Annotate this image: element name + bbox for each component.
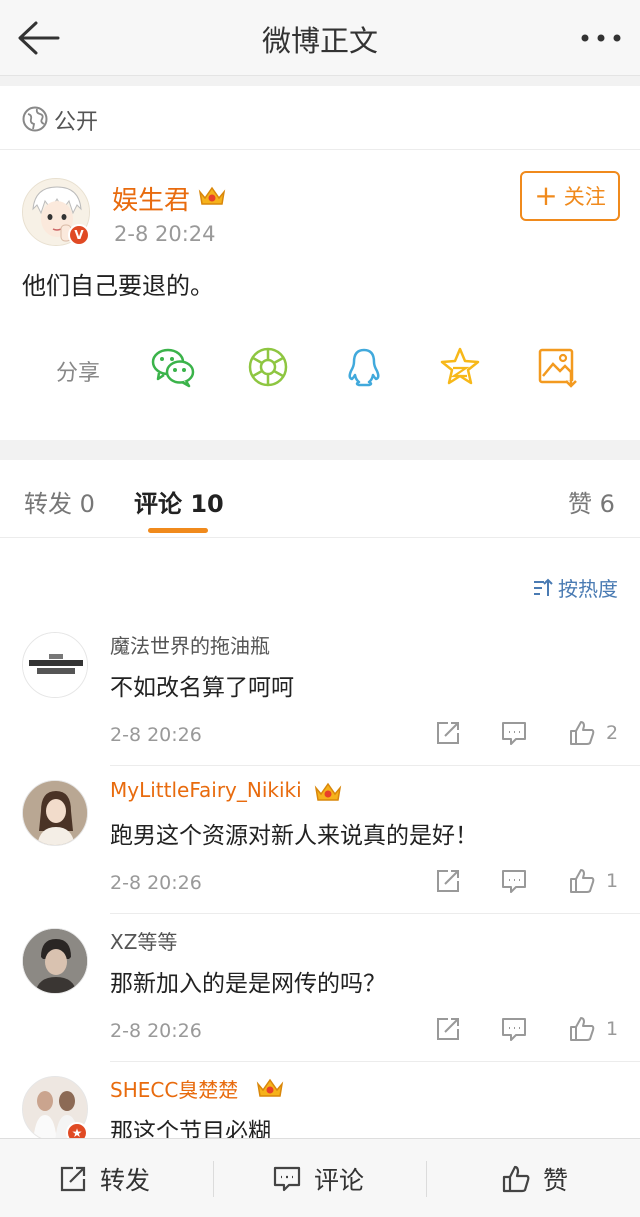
comment-item: MyLittleFairy_Nikiki 跑男这个资源对新人来说真的是好！ 2-…	[0, 766, 640, 914]
follow-button[interactable]: + 关注	[520, 171, 620, 221]
vip-crown-icon	[314, 782, 342, 801]
separator	[426, 1161, 427, 1197]
vip-crown-icon	[198, 186, 226, 205]
post-tabs: 转发 0 评论 10 赞 6	[0, 460, 640, 538]
commenter-name[interactable]: MyLittleFairy_Nikiki	[110, 778, 302, 802]
globe-icon	[22, 106, 48, 132]
comment-item: ★ SHECC臭楚楚 那这个节目必糊	[0, 1062, 640, 1138]
verified-badge: ★	[66, 1122, 88, 1138]
comment-time: 2-8 20:26	[110, 1020, 202, 1042]
commenter-name[interactable]: XZ等等	[110, 926, 177, 955]
like-label: 赞	[543, 1165, 569, 1195]
sort-icon	[534, 578, 553, 596]
repost-icon[interactable]	[434, 867, 462, 895]
thumbs-up-icon[interactable]	[568, 1015, 596, 1043]
like-count: 1	[606, 1018, 619, 1040]
commenter-avatar[interactable]	[22, 632, 88, 698]
tab-comments[interactable]: 评论 10	[134, 484, 224, 519]
tab-likes[interactable]: 赞 6	[568, 484, 615, 519]
wechat-icon[interactable]	[150, 346, 196, 388]
vip-crown-icon	[256, 1078, 284, 1097]
plus-icon: +	[534, 179, 558, 212]
comment-text: 跑男这个资源对新人来说真的是好！	[110, 823, 478, 849]
active-tab-indicator	[148, 528, 208, 533]
repost-icon[interactable]	[434, 1015, 462, 1043]
post-card: V 娱生君 2-8 20:24 + 关注 他们自己要退的。 分享	[0, 150, 640, 440]
repost-label: 转发	[100, 1165, 151, 1195]
follow-label: 关注	[563, 185, 606, 209]
verified-badge: V	[68, 224, 90, 246]
qzone-star-icon[interactable]	[437, 346, 483, 388]
thumbs-up-icon[interactable]	[568, 867, 596, 895]
bottom-action-bar: 转发 评论 赞	[0, 1138, 640, 1217]
photo-avatar-icon	[23, 929, 87, 993]
visibility-row: 公开	[0, 86, 640, 150]
comment-time: 2-8 20:26	[110, 724, 202, 746]
visibility-label: 公开	[54, 110, 99, 135]
tab-repost[interactable]: 转发 0	[24, 484, 95, 519]
comment-item: 魔法世界的拖油瓶 不如改名算了呵呵 2-8 20:26 2	[0, 618, 640, 766]
commenter-avatar[interactable]	[22, 928, 88, 994]
share-label: 分享	[56, 361, 101, 386]
repost-icon	[60, 1166, 86, 1191]
comment-icon	[273, 1166, 301, 1191]
like-count: 1	[606, 870, 619, 892]
qq-icon[interactable]	[341, 346, 387, 388]
like-count: 2	[606, 722, 619, 744]
comment-text: 那新加入的是是网传的吗？	[110, 971, 386, 997]
commenter-name[interactable]: 魔法世界的拖油瓶	[110, 630, 270, 659]
comment-time: 2-8 20:26	[110, 872, 202, 894]
thumbs-up-icon	[502, 1165, 530, 1192]
more-options-icon[interactable]	[578, 18, 624, 58]
commenter-name[interactable]: SHECC臭楚楚	[110, 1074, 238, 1103]
logo-avatar-icon	[23, 633, 87, 697]
commenter-avatar[interactable]	[22, 780, 88, 846]
top-nav-bar: 微博正文	[0, 0, 640, 76]
sort-toggle[interactable]: 按热度	[532, 573, 618, 602]
reply-icon[interactable]	[500, 719, 528, 747]
page-title: 微博正文	[261, 24, 378, 58]
moments-icon[interactable]	[245, 346, 291, 388]
separator	[213, 1161, 214, 1197]
post-time: 2-8 20:24	[114, 222, 216, 246]
save-image-icon[interactable]	[535, 346, 581, 388]
repost-icon[interactable]	[434, 719, 462, 747]
like-button[interactable]: 赞	[501, 1139, 568, 1217]
comment-label: 评论	[314, 1165, 365, 1195]
comment-text: 不如改名算了呵呵	[110, 675, 294, 701]
thumbs-up-icon[interactable]	[568, 719, 596, 747]
post-text: 他们自己要退的。	[22, 272, 214, 300]
comment-text: 那这个节目必糊	[110, 1119, 271, 1138]
reply-icon[interactable]	[500, 867, 528, 895]
sort-label: 按热度	[558, 577, 618, 601]
photo-avatar-icon	[23, 781, 87, 845]
reply-icon[interactable]	[500, 1015, 528, 1043]
author-name[interactable]: 娱生君	[112, 180, 190, 217]
comment-button[interactable]: 评论	[272, 1139, 364, 1217]
comment-item: XZ等等 那新加入的是是网传的吗？ 2-8 20:26 1	[0, 914, 640, 1062]
comment-list: 按热度 魔法世界的拖油瓶 不如改名算了呵呵 2-8 20:26 2 MyLitt…	[0, 538, 640, 1138]
repost-button[interactable]: 转发	[58, 1139, 150, 1217]
